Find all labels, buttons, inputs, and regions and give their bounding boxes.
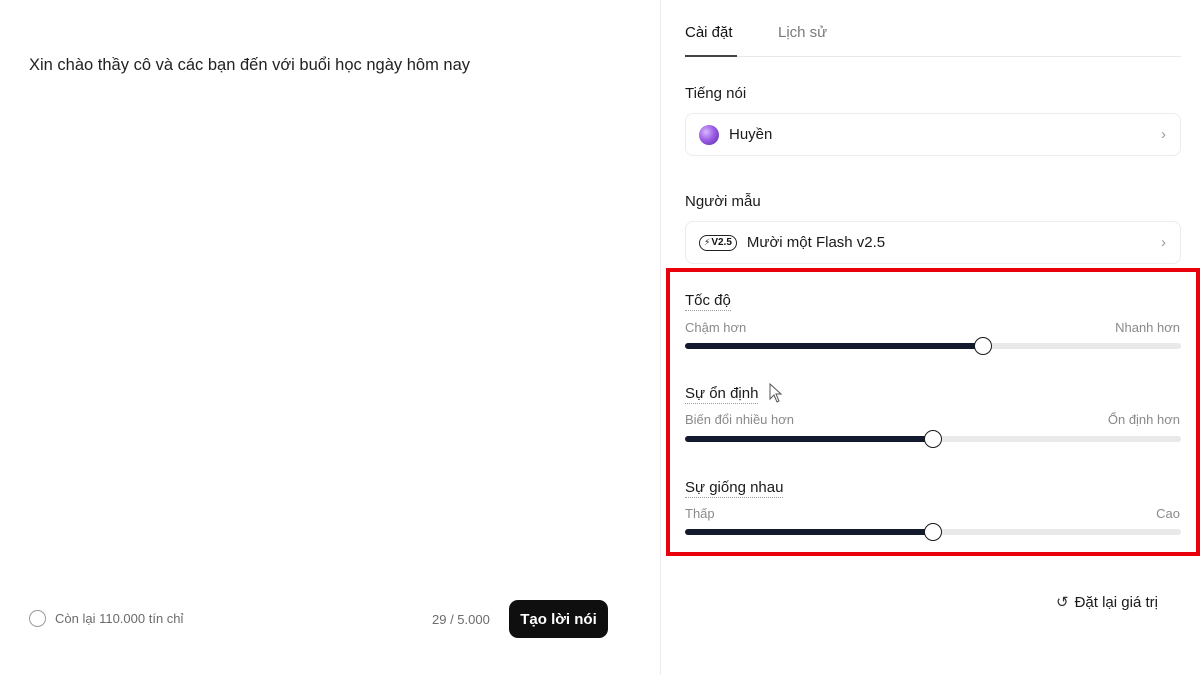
credits-indicator: Còn lại 110.000 tín chỉ [29,610,183,627]
voice-value: Huyền [729,126,773,143]
voice-select[interactable]: Huyền › [685,113,1181,156]
credits-label: Còn lại 110.000 tín chỉ [55,611,184,626]
model-badge: ⚡ V2.5 [699,234,737,251]
reset-icon: ↺ [1056,594,1069,611]
tab-history[interactable]: Lịch sử [778,24,827,41]
model-label: Người mẫu [685,193,761,210]
chevron-right-icon: › [1161,234,1166,251]
model-badge-text: V2.5 [711,237,732,248]
editor-pane: Xin chào thầy cô và các bạn đến với buổi… [0,0,660,675]
generate-speech-button[interactable]: Tạo lời nói [509,600,608,638]
mouse-cursor-icon [769,383,783,403]
highlight-annotation-box [666,268,1200,556]
reset-label: Đặt lại giá trị [1074,593,1158,611]
reset-values-button[interactable]: ↺ Đặt lại giá trị [1056,593,1158,612]
tab-settings[interactable]: Cài đặt [685,24,733,41]
bolt-icon: ⚡ [704,237,711,247]
voice-avatar-icon [699,124,719,145]
chevron-right-icon: › [1161,126,1166,143]
tab-bar: Cài đặt Lịch sử [685,0,1181,57]
model-select[interactable]: ⚡ V2.5 Mười một Flash v2.5 › [685,221,1181,264]
voice-label: Tiếng nói [685,85,747,102]
active-tab-indicator [685,55,737,57]
model-value: Mười một Flash v2.5 [746,234,886,251]
circle-icon [29,610,46,627]
editor-textarea[interactable]: Xin chào thầy cô và các bạn đến với buổi… [29,56,470,75]
char-count: 29 / 5.000 [432,612,490,627]
